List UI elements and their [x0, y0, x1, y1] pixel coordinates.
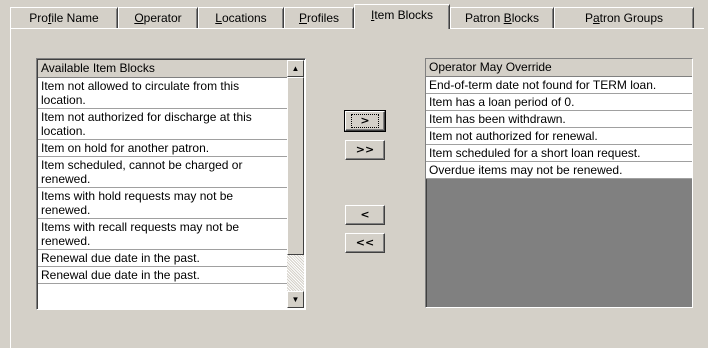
tab-label: tem Blocks: [374, 8, 434, 22]
tab-accesskey: B: [503, 11, 512, 25]
list-item[interactable]: Items with recall requests may not be re…: [38, 219, 287, 250]
list-item[interactable]: Item on hold for another patron.: [38, 140, 287, 157]
tab-label: ocations: [221, 11, 267, 25]
list-item[interactable]: Renewal due date in the past.: [38, 267, 287, 284]
tab-accesskey: P: [298, 11, 307, 25]
tab-accesskey: L: [215, 11, 222, 25]
list-item[interactable]: Item scheduled for a short loan request.: [426, 145, 692, 162]
list-item[interactable]: Item not allowed to circulate from this …: [38, 78, 287, 109]
tab-accesskey: a: [592, 11, 600, 25]
tab-label: Pro: [29, 11, 48, 25]
scroll-thumb[interactable]: [287, 77, 304, 255]
tab-label: perator: [143, 11, 182, 25]
add-button-label: >: [351, 114, 379, 128]
list-item[interactable]: Renewal due date in the past.: [38, 250, 287, 267]
tab-label: ile Name: [51, 11, 99, 25]
vertical-scrollbar[interactable]: ▲ ▼: [287, 60, 304, 308]
tab-patron-groups[interactable]: Patron Groups: [554, 7, 694, 28]
arrow-up-icon: ▲: [291, 64, 300, 73]
add-button[interactable]: >: [344, 110, 386, 132]
list-item[interactable]: Items with hold requests may not be rene…: [38, 188, 287, 219]
list-item[interactable]: Item not authorized for discharge at thi…: [38, 109, 287, 140]
tab-patron-blocks[interactable]: Patron Blocks: [450, 7, 554, 28]
available-list-header: Available Item Blocks: [38, 60, 287, 78]
tab-label: rofiles: [307, 11, 340, 25]
list-item[interactable]: Item scheduled, cannot be charged or ren…: [38, 157, 287, 188]
add-all-button-label: >>: [355, 143, 375, 156]
remove-button[interactable]: <: [345, 205, 385, 225]
remove-button-label: <: [360, 208, 370, 221]
list-item[interactable]: End-of-term date not found for TERM loan…: [426, 77, 692, 94]
tab-label: tron Groups: [599, 11, 664, 25]
tab-profile-name[interactable]: Profile Name: [10, 7, 118, 28]
arrow-down-icon: ▼: [291, 295, 300, 304]
tab-label: locks: [511, 11, 540, 25]
list-item[interactable]: Item has been withdrawn.: [426, 111, 692, 128]
tab-profiles[interactable]: Profiles: [284, 7, 354, 28]
override-list-header: Operator May Override: [426, 59, 692, 77]
available-rows: Available Item Blocks Item not allowed t…: [38, 60, 287, 284]
tab-label: Patron: [464, 11, 504, 25]
tab-locations[interactable]: Locations: [198, 7, 284, 28]
tab-item-blocks[interactable]: Item Blocks: [354, 4, 450, 29]
scroll-down-button[interactable]: ▼: [287, 291, 304, 308]
add-all-button[interactable]: >>: [345, 140, 385, 160]
list-item[interactable]: Overdue items may not be renewed.: [426, 162, 692, 179]
tab-operator[interactable]: Operator: [118, 7, 198, 28]
tab-strip: Profile Name Operator Locations Profiles…: [10, 4, 706, 29]
remove-all-button[interactable]: <<: [345, 233, 385, 253]
tab-label: P: [584, 11, 593, 25]
list-item[interactable]: Item not authorized for renewal.: [426, 128, 692, 145]
scroll-up-button[interactable]: ▲: [287, 60, 304, 77]
operator-may-override-list[interactable]: Operator May Override End-of-term date n…: [425, 58, 693, 308]
remove-all-button-label: <<: [355, 236, 375, 249]
available-item-blocks-list[interactable]: Available Item Blocks Item not allowed t…: [36, 58, 306, 310]
tab-accesskey: O: [134, 11, 144, 25]
list-item[interactable]: Item has a loan period of 0.: [426, 94, 692, 111]
